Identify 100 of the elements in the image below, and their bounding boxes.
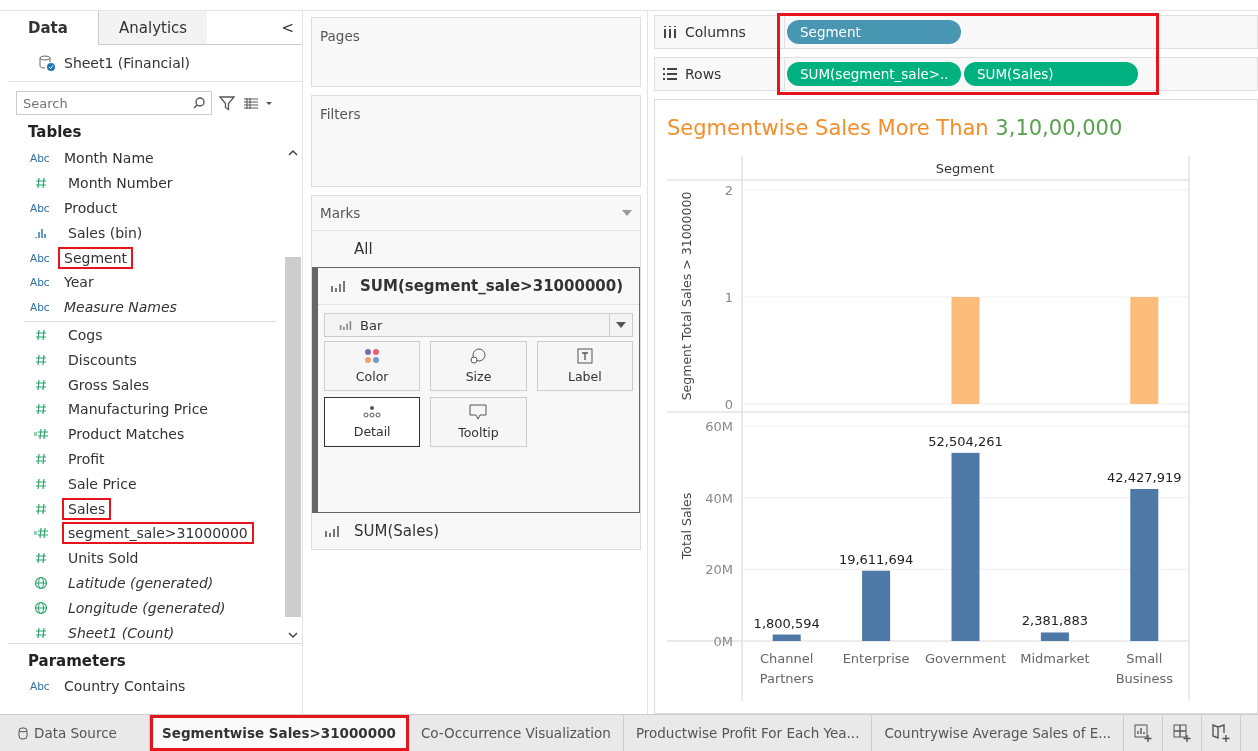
field-name[interactable]: Product Matches <box>62 423 191 446</box>
shelf-label: Rows <box>685 66 722 82</box>
caret-icon <box>616 322 626 328</box>
field-name[interactable]: Latitude (generated) <box>62 571 220 594</box>
string-type-icon: Abc <box>30 251 54 264</box>
field-name[interactable]: Profit <box>62 447 111 470</box>
text-label-icon <box>576 348 593 364</box>
columns-icon <box>663 25 677 39</box>
shelf-title: Marks <box>320 205 361 221</box>
data-label: 42,427,919 <box>1107 469 1182 485</box>
field-name[interactable]: Month Name <box>58 147 160 170</box>
field-name[interactable]: Discounts <box>62 348 143 371</box>
database-icon <box>38 54 56 72</box>
marks-property-button[interactable]: Tooltip <box>430 397 527 447</box>
axis-tick-label: 0 <box>724 397 733 412</box>
search-icon <box>192 96 206 110</box>
field-name[interactable]: Sale Price <box>62 472 143 495</box>
field-name[interactable]: Manufacturing Price <box>62 398 214 421</box>
search-field[interactable]: Search <box>16 91 212 115</box>
string-type-icon: Abc <box>30 152 54 165</box>
calculated-number-icon <box>34 427 48 442</box>
field-name[interactable]: Gross Sales <box>62 373 156 396</box>
field-name[interactable]: Longitude (generated) <box>62 596 232 619</box>
marks-layer-row[interactable]: SUM(Sales) <box>312 513 640 549</box>
field-name[interactable]: Sheet1 (Count) <box>62 621 181 644</box>
field-name[interactable]: segment_sale>31000000 <box>62 522 254 545</box>
axis-tick-label: 0M <box>713 634 733 649</box>
category-label: Midmarket <box>1020 651 1090 666</box>
number-type-icon <box>34 402 48 417</box>
size-circles-icon <box>469 348 488 364</box>
rows-icon <box>663 67 677 81</box>
data-label: 1,800,594 <box>753 615 820 631</box>
collapse-button[interactable]: < <box>207 11 302 45</box>
field-name[interactable]: Product <box>58 197 124 219</box>
bar-chart-icon <box>324 525 340 537</box>
column-header: Segment <box>935 161 995 176</box>
marks-property-button[interactable]: Size <box>430 341 527 391</box>
detail-dots-icon <box>363 405 382 419</box>
field-name[interactable]: Cogs <box>62 323 109 346</box>
sheet-tab[interactable]: Segmentwise Sales>31000000 <box>150 715 409 751</box>
calculated-number-icon <box>34 526 48 541</box>
category-label: Government <box>924 651 1007 666</box>
data-label: 52,504,261 <box>928 433 1003 449</box>
number-type-icon <box>34 377 48 392</box>
axis-tick-label: 60M <box>705 419 733 434</box>
globe-icon <box>34 575 48 590</box>
pane-tab[interactable]: Analytics <box>98 11 208 45</box>
number-type-icon <box>34 352 48 367</box>
data-source-name[interactable]: Sheet1 (Financial) <box>64 55 191 71</box>
number-type-icon <box>34 176 48 191</box>
field-name[interactable]: Sales <box>62 497 112 520</box>
mark-type-dropdown[interactable]: Bar <box>324 313 633 337</box>
axis-title: Segment Total Sales > 31000000 <box>679 191 694 401</box>
axis-title: Total Sales <box>679 492 694 560</box>
axis-tick-label: 40M <box>705 490 733 506</box>
dropdown-icon[interactable] <box>622 210 632 216</box>
number-type-icon <box>34 327 48 342</box>
marks-property-button[interactable]: Detail <box>324 397 421 447</box>
field-name[interactable]: Year <box>58 271 100 294</box>
speech-bubble-icon <box>469 404 488 420</box>
new-worksheet-icon[interactable] <box>1133 723 1154 743</box>
field-name[interactable]: Sales (bin) <box>62 221 149 244</box>
sheet-tab[interactable]: Co-Occurrence Visualization <box>408 715 624 751</box>
new-dashboard-icon[interactable] <box>1172 723 1193 743</box>
string-type-icon: Abc <box>30 202 54 214</box>
section-heading: Parameters <box>27 651 127 672</box>
view-title: Segmentwise Sales More Than 3,10,00,000 <box>667 116 1124 142</box>
globe-icon <box>34 600 48 615</box>
category-label: Small Business <box>1115 651 1173 686</box>
number-type-icon <box>34 451 48 466</box>
axis-tick-label: 1 <box>724 290 733 305</box>
marks-property-button[interactable]: Label <box>536 341 633 391</box>
marks-layer-title[interactable]: SUM(segment_sale>31000000) <box>360 277 624 295</box>
string-type-icon: Abc <box>30 680 54 693</box>
axis-tick-label: 20M <box>705 562 733 578</box>
database-icon <box>18 726 28 740</box>
string-type-icon: Abc <box>30 276 54 289</box>
sheet-tab[interactable]: Countrywise Average Sales of E... <box>872 715 1125 751</box>
bar-chart-icon <box>330 280 346 292</box>
data-label: 19,611,694 <box>838 551 914 567</box>
filter-icon[interactable] <box>218 94 236 112</box>
field-name[interactable]: Measure Names <box>58 296 183 319</box>
shelf-title: Filters <box>320 106 361 122</box>
number-type-icon <box>34 501 48 516</box>
category-label: Enterprise <box>842 651 910 666</box>
shelf-label: Columns <box>685 24 746 40</box>
marks-layer-row[interactable]: All <box>312 231 640 267</box>
field-name[interactable]: Units Sold <box>62 547 145 570</box>
shelf-title: Pages <box>320 28 360 44</box>
field-name[interactable]: Month Number <box>62 172 179 195</box>
data-label: 2,381,883 <box>1021 613 1088 629</box>
axis-tick-label: 2 <box>724 183 733 198</box>
bar-chart-icon <box>339 320 352 330</box>
parameter-name[interactable]: Country Contains <box>58 675 192 698</box>
field-name[interactable]: Segment <box>58 246 133 269</box>
number-type-icon <box>34 551 48 566</box>
marks-property-button[interactable]: Color <box>324 341 421 391</box>
new-story-icon[interactable] <box>1211 723 1232 743</box>
section-heading: Tables <box>27 122 83 143</box>
sheet-tab[interactable]: Productwise Profit For Each Yea... <box>623 715 873 751</box>
